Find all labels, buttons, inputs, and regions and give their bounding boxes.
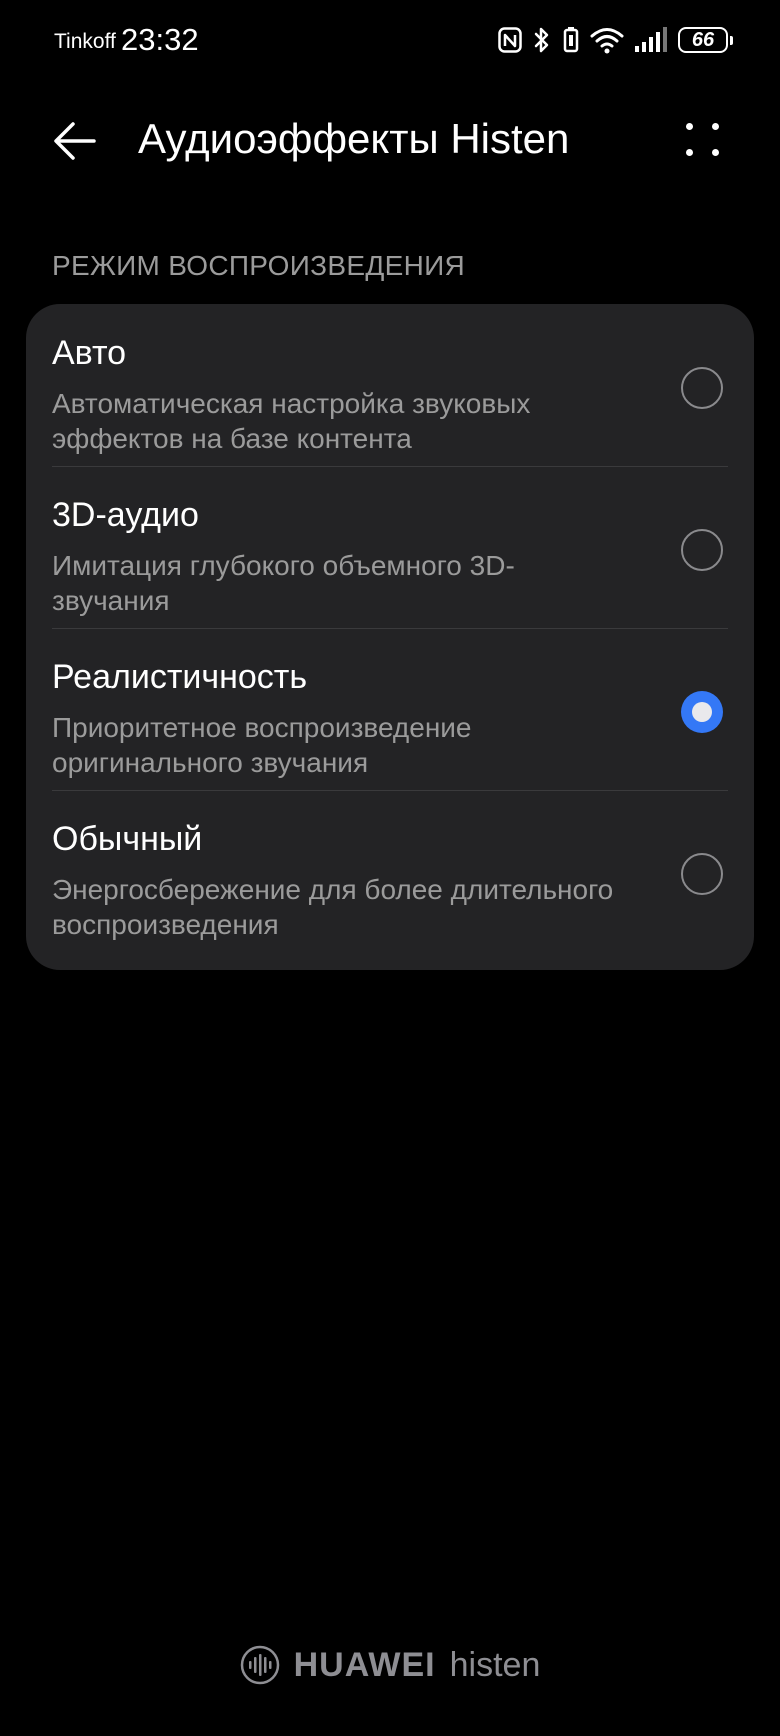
option-description: Имитация глубокого объемного 3D-звучания bbox=[52, 550, 515, 616]
option-title: Авто bbox=[52, 334, 127, 372]
histen-logo-icon bbox=[240, 1645, 279, 1685]
more-button[interactable] bbox=[672, 112, 732, 172]
option-description: Автоматическая настройка звуковых эффект… bbox=[52, 388, 531, 454]
option-realistic[interactable]: Реалистичность Приоритетное воспроизведе… bbox=[26, 628, 754, 790]
option-description: Приоритетное воспроизведение оригинально… bbox=[52, 712, 472, 778]
carrier-label: Tinkoff bbox=[54, 30, 116, 53]
app-bar: Аудиоэффекты Histen bbox=[0, 90, 780, 190]
wifi-icon bbox=[590, 26, 624, 54]
brand-name: HUAWEI bbox=[293, 1645, 436, 1684]
option-title: Обычный bbox=[52, 820, 203, 858]
playback-mode-card: Авто Автоматическая настройка звуковых э… bbox=[26, 304, 754, 970]
section-header: РЕЖИМ ВОСПРОИЗВЕДЕНИЯ bbox=[52, 250, 466, 281]
option-normal[interactable]: Обычный Энергосбережение для более длите… bbox=[26, 790, 754, 952]
signal-icon bbox=[634, 26, 668, 54]
clock: 23:32 bbox=[121, 22, 199, 57]
radio-button[interactable] bbox=[681, 853, 723, 895]
vibrate-icon bbox=[562, 26, 580, 54]
nfc-icon bbox=[498, 27, 522, 53]
option-title: 3D-аудио bbox=[52, 496, 199, 534]
back-button[interactable] bbox=[48, 114, 102, 168]
brand-product: histen bbox=[449, 1645, 541, 1684]
radio-button[interactable] bbox=[681, 367, 723, 409]
radio-button-selected[interactable] bbox=[681, 691, 723, 733]
radio-button[interactable] bbox=[681, 529, 723, 571]
battery-icon: 66 bbox=[678, 27, 733, 53]
status-icons: 66 bbox=[498, 24, 733, 56]
back-arrow-icon bbox=[54, 122, 96, 160]
bluetooth-icon bbox=[532, 26, 552, 54]
status-bar: Tinkoff 23:32 66 bbox=[0, 0, 780, 80]
option-auto[interactable]: Авто Автоматическая настройка звуковых э… bbox=[26, 304, 754, 466]
option-description: Энергосбережение для более длительного в… bbox=[52, 874, 614, 940]
page-title: Аудиоэффекты Histen bbox=[138, 115, 570, 162]
option-3d-audio[interactable]: 3D-аудио Имитация глубокого объемного 3D… bbox=[26, 466, 754, 628]
option-title: Реалистичность bbox=[52, 658, 308, 696]
brand-footer: HUAWEI histen bbox=[0, 1640, 780, 1690]
